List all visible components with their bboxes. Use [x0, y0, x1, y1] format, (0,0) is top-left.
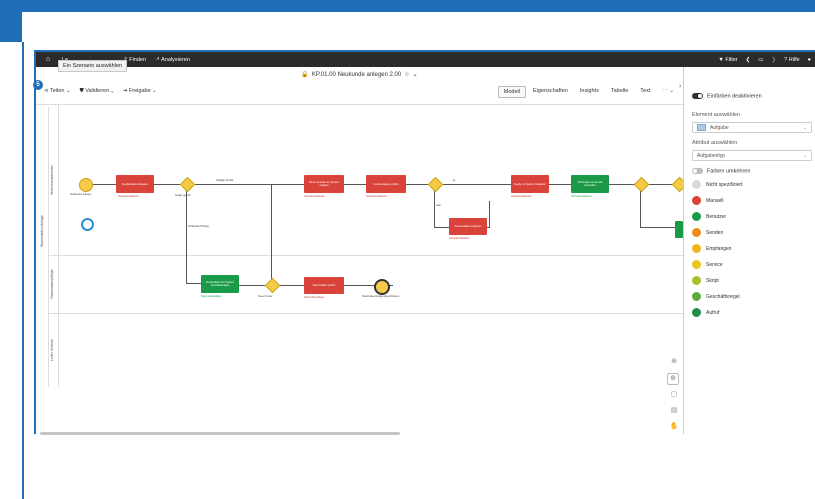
flow-label: nein — [436, 204, 441, 207]
tab-text[interactable]: Text — [635, 86, 655, 98]
task-role: Vertriebsmitarbeiter — [118, 195, 139, 198]
zoom-in-icon[interactable]: ⊕ — [669, 357, 679, 367]
event-label: Stammdatenanlage abgeschlossen — [362, 295, 400, 298]
tab-model[interactable]: Modell — [497, 86, 526, 98]
model-title[interactable]: KP.01.00 Neukunde anlegen 2.00 — [312, 72, 401, 78]
timer-event[interactable] — [81, 218, 94, 231]
legend-item: Skript — [692, 276, 719, 285]
task-role: Stammdatenpflege — [304, 296, 325, 299]
window-frame-left — [22, 42, 24, 499]
nav-item-find[interactable]: ⌕ Finden — [124, 56, 146, 63]
legend-item: Nicht spezifiziert — [692, 180, 742, 189]
chevron-down-icon[interactable]: ⌄ — [413, 71, 418, 78]
sequence-flow — [186, 185, 187, 284]
sequence-flow — [186, 283, 201, 284]
toggle-switch[interactable] — [692, 93, 703, 99]
toggle-coloring[interactable]: Einfärben deaktivieren — [692, 93, 762, 99]
task-kunde-anlegen-pruefen[interactable]: Kunde anlegen prüfen — [366, 175, 406, 193]
task-offscreen[interactable] — [675, 221, 683, 238]
sequence-flow — [271, 185, 272, 281]
lane-label: Stammdatenpflege — [50, 269, 54, 299]
lock-icon: 🔒 — [301, 72, 309, 78]
model-toolbar: ⋖ Teilen ⌄ ⛊ Validieren ⌄ ⇥ Freigabe ⌄ M… — [36, 86, 683, 100]
window-frame-top — [0, 0, 815, 42]
task-role: Vertriebsmitarbeiter — [449, 237, 470, 240]
chart-icon: ⩘ — [156, 56, 160, 62]
legend-item: Senden — [692, 228, 723, 237]
legend-item: Empfangen — [692, 244, 732, 253]
sequence-flow — [489, 201, 490, 228]
tab-table[interactable]: Tabelle — [606, 86, 633, 98]
back-icon[interactable]: ❮ — [746, 57, 751, 63]
toggle-switch[interactable] — [692, 168, 703, 174]
chevron-down-icon: ⌄ — [802, 124, 807, 131]
legend-item: Benutzer — [692, 212, 726, 221]
share-button[interactable]: ⋖ Teilen ⌄ — [44, 88, 71, 95]
task-neuen-kunden-anlegen[interactable]: Neuen Kunden im System anlegen — [304, 175, 344, 193]
help-button[interactable]: ? Hilfe — [784, 57, 800, 63]
task-stammdaten-pruefen[interactable]: Stammdaten prüfen — [304, 277, 344, 294]
tab-properties[interactable]: Eigenschaften — [528, 86, 573, 98]
nav-item-analyze[interactable]: ⩘ Analysieren — [156, 56, 190, 63]
model-titlebar: 🔒 KP.01.00 Neukunde anlegen 2.00 ☆ ⌄ — [36, 67, 683, 83]
forward-icon[interactable]: ❯ — [771, 57, 776, 63]
user-icon[interactable]: ● — [808, 57, 811, 63]
task-role: Stammdatenpflege — [201, 295, 222, 298]
lane-head-of-sales: Leiter Vertrieb — [48, 313, 683, 387]
end-event[interactable] — [374, 279, 390, 295]
element-label: Element auswählen — [692, 112, 741, 118]
app-window: ⌂ Le ⌕Finden ⩘Analysieren ▼ Filter ❮ ▭ ❯… — [33, 50, 815, 435]
coloring-panel: › Einfärben deaktivieren Element auswähl… — [679, 67, 815, 434]
task-role: Vertriebsmitarbeiter — [366, 195, 387, 198]
legend-item: Manuell — [692, 196, 724, 205]
toggle-invert-colors[interactable]: Farben umkehren — [692, 168, 750, 174]
overview-icon[interactable]: ▢ — [669, 390, 679, 400]
window-icon[interactable]: ▭ — [758, 57, 763, 63]
toggle-label: Einfärben deaktivieren — [707, 93, 762, 100]
home-icon[interactable]: ⌂ — [44, 56, 52, 63]
filter-button[interactable]: ▼ Filter — [718, 57, 737, 63]
attribute-label: Attribut auswählen — [692, 140, 738, 146]
event-label: Neukunden anlegen — [70, 193, 92, 196]
collapse-panel-icon[interactable]: › — [679, 83, 681, 90]
toggle-label: Farben umkehren — [707, 168, 751, 175]
star-icon[interactable]: ☆ — [404, 71, 409, 78]
lane-label: Vertriebsmitarbeiter — [50, 164, 54, 196]
gateway-label: Neuer Kunde — [258, 295, 273, 298]
legend-item: Service — [692, 260, 723, 269]
zoom-fit-icon[interactable]: ⊕ — [667, 373, 679, 385]
diagram-canvas[interactable]: Stammdaten-Anlage Vertriebsmitarbeiter S… — [36, 104, 688, 435]
legend-item: Aufruf — [692, 308, 719, 317]
task-role: Vertriebsmitarbeiter — [304, 195, 325, 198]
tooltip: Ein Szenario auswählen — [58, 60, 128, 72]
tab-insights[interactable]: Insights — [575, 86, 604, 98]
task-kundendaten-erfassen[interactable]: Kundendaten erfassen — [116, 175, 154, 193]
release-button[interactable]: ⇥ Freigabe ⌄ — [123, 88, 157, 95]
validate-button[interactable]: ⛊ Validieren ⌄ — [80, 88, 114, 95]
task-information-versenden[interactable]: Information an Kunde versenden — [571, 175, 609, 193]
task-kundendaten-ergaenzen[interactable]: Kundendaten ergänzen — [449, 218, 487, 235]
legend-item: Geschäftsregel — [692, 292, 740, 301]
element-select[interactable]: Aufgabe ⌄ — [692, 122, 812, 133]
task-role: Vertriebsmitarbeiter — [571, 195, 592, 198]
more-icon[interactable]: ⋯ ⌄ — [657, 86, 679, 98]
attribute-select[interactable]: Aufgabentyp ⌄ — [692, 150, 812, 161]
start-event[interactable] — [79, 178, 93, 192]
flow-label: ja — [453, 179, 456, 182]
task-kundendaten-vervollstaendigen[interactable]: Kundendaten im System vervollständigen — [201, 275, 239, 293]
hand-tool-icon[interactable]: ✋ — [669, 422, 679, 432]
flow-label: Fehlende Prüfung — [188, 225, 209, 228]
flow-label: Gültiger Kunde — [216, 179, 234, 182]
export-icon[interactable]: ▤ — [669, 406, 679, 416]
task-kunde-freigeben[interactable]: Kunde im System freigeben — [511, 175, 549, 193]
nav-label: Finden — [129, 56, 147, 63]
chevron-down-icon: ⌄ — [802, 152, 807, 159]
gateway-label: Anlage geprüft — [175, 194, 191, 197]
horizontal-scrollbar[interactable] — [40, 432, 400, 435]
lane-label: Leiter Vertrieb — [50, 339, 54, 361]
task-shape-icon — [697, 124, 706, 131]
task-role: Vertriebsmitarbeiter — [511, 195, 532, 198]
top-navigation-bar: ⌂ Le ⌕Finden ⩘Analysieren ▼ Filter ❮ ▭ ❯… — [36, 52, 815, 67]
nav-label: Analysieren — [161, 56, 190, 63]
